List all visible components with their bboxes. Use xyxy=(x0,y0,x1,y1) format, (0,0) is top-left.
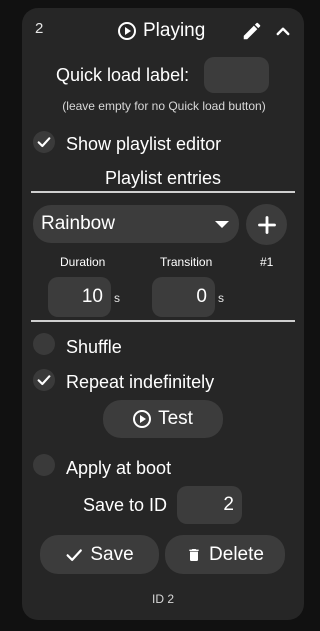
playlist-entries-heading: Playlist entries xyxy=(104,168,222,188)
duration-label: Duration xyxy=(60,255,106,269)
preset-number: 2 xyxy=(35,20,44,37)
checkmark-icon xyxy=(66,548,83,561)
apply-at-boot-label: Apply at boot xyxy=(66,458,172,478)
delete-button[interactable]: Delete xyxy=(165,535,285,574)
pencil-icon[interactable] xyxy=(241,20,263,42)
preset-card: 2 Playing Quick load label: (leave empty… xyxy=(22,8,304,620)
divider xyxy=(31,191,295,193)
transition-unit: s xyxy=(218,291,224,305)
divider xyxy=(31,320,295,322)
test-button[interactable]: Test xyxy=(103,400,223,438)
duration-input[interactable]: 10 xyxy=(48,277,111,317)
delete-button-label: Delete xyxy=(209,543,264,565)
duration-unit: s xyxy=(114,291,120,305)
apply-at-boot-checkbox[interactable] xyxy=(33,454,55,476)
checkmark-icon xyxy=(37,375,51,386)
preset-id-footer: ID 2 xyxy=(151,592,174,606)
transition-label: Transition xyxy=(160,255,213,269)
chevron-up-icon[interactable] xyxy=(274,22,292,40)
quick-load-hint: (leave empty for no Quick load button) xyxy=(62,99,266,113)
repeat-label: Repeat indefinitely xyxy=(66,372,215,392)
save-button-label: Save xyxy=(90,543,134,565)
transition-input[interactable]: 0 xyxy=(152,277,215,317)
caret-down-icon xyxy=(215,221,229,228)
test-button-label: Test xyxy=(158,408,193,429)
plus-icon xyxy=(257,215,276,234)
shuffle-checkbox[interactable] xyxy=(33,333,55,355)
preset-title[interactable]: Playing xyxy=(118,18,205,44)
quick-load-label: Quick load label: xyxy=(56,65,190,85)
effect-select-value: Rainbow xyxy=(41,213,115,234)
show-playlist-editor-checkbox[interactable] xyxy=(33,131,55,153)
trash-icon xyxy=(189,548,199,561)
preset-title-text: Playing xyxy=(143,20,206,41)
effect-select[interactable]: Rainbow xyxy=(33,205,239,243)
save-button[interactable]: Save xyxy=(40,535,159,574)
entry-index: #1 xyxy=(260,255,274,269)
add-entry-button[interactable] xyxy=(246,204,287,245)
repeat-checkbox[interactable] xyxy=(33,369,55,391)
checkmark-icon xyxy=(37,137,51,148)
show-playlist-editor-label: Show playlist editor xyxy=(66,134,222,154)
shuffle-label: Shuffle xyxy=(66,337,122,357)
play-circle-icon xyxy=(133,410,152,428)
save-to-id-input[interactable]: 2 xyxy=(177,486,242,524)
play-circle-icon xyxy=(118,22,136,40)
save-to-id-label: Save to ID xyxy=(83,495,168,515)
quick-load-input[interactable] xyxy=(204,57,269,93)
